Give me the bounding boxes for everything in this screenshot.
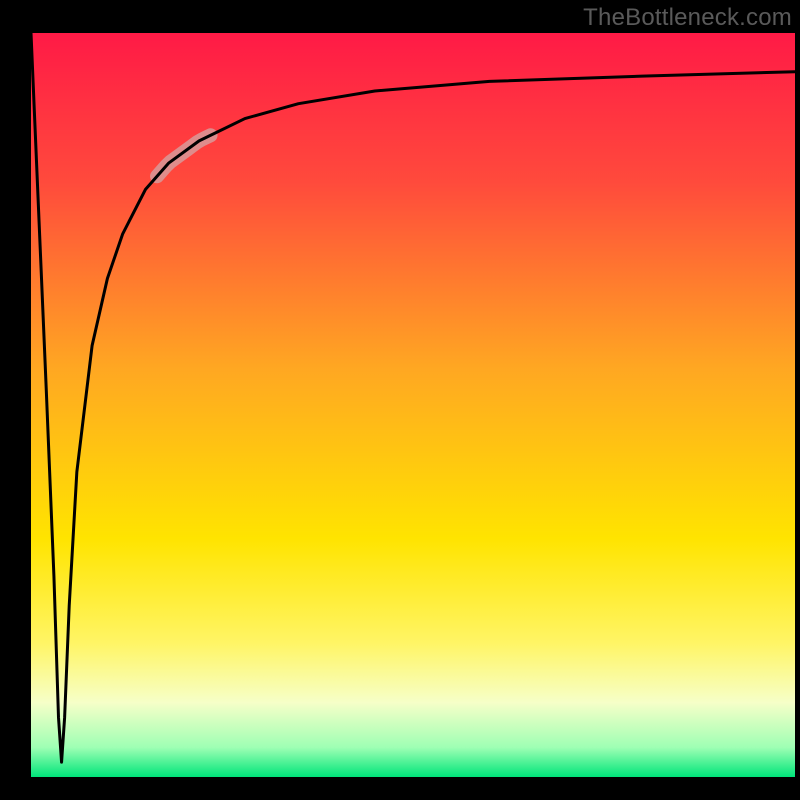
chart-stage: TheBottleneck.com — [0, 0, 800, 800]
plot-background — [31, 33, 795, 777]
bottleneck-plot — [0, 0, 800, 800]
